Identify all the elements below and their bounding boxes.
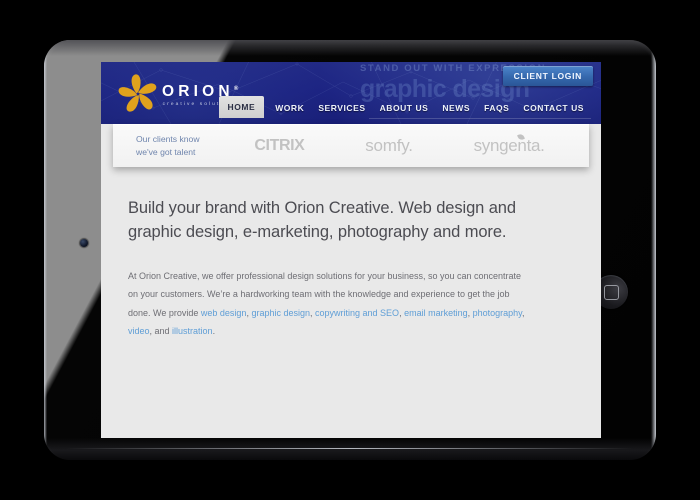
client-logos-row: CITRIX somfy. syngenta. — [222, 132, 589, 156]
body-text: , — [522, 307, 525, 318]
nav-item-services[interactable]: SERVICES — [311, 98, 372, 118]
syngenta-logo-text: syngenta. — [473, 135, 545, 155]
bezel-top-highlight — [44, 40, 656, 56]
client-logos-strip: Our clients know we've got talent CITRIX… — [113, 124, 589, 167]
body-link[interactable]: illustration — [172, 326, 213, 336]
main-content: Build your brand with Orion Creative. We… — [101, 167, 601, 341]
body-link[interactable]: email marketing — [404, 308, 468, 318]
tablet-screen: STAND OUT WITH EXPRESSION graphic design… — [101, 62, 601, 438]
page-headline: Build your brand with Orion Creative. We… — [128, 199, 516, 241]
body-link[interactable]: photography — [473, 308, 522, 318]
clients-tagline: Our clients know we've got talent — [136, 133, 222, 158]
body-paragraph: At Orion Creative, we offer professional… — [128, 267, 526, 341]
screenshot-stage: STAND OUT WITH EXPRESSION graphic design… — [0, 0, 700, 500]
bezel-bottom-reflection — [66, 448, 634, 449]
nav-item-news[interactable]: NEWS — [435, 98, 477, 118]
clients-tagline-line2: we've got talent — [136, 146, 196, 157]
nav-item-faqs[interactable]: FAQS — [477, 98, 516, 118]
registered-trademark-icon: ® — [233, 86, 239, 93]
main-navigation: HOME WORK SERVICES ABOUT US NEWS FAQS CONTACT … — [101, 96, 601, 118]
clients-tagline-line1: Our clients know — [136, 134, 200, 145]
body-text: . — [212, 326, 216, 337]
body-link[interactable]: video — [128, 326, 150, 336]
body-link[interactable]: graphic design — [251, 308, 310, 318]
bezel-bottom-shading — [44, 438, 656, 460]
camera-dot-icon — [80, 239, 88, 247]
body-text: , and — [149, 326, 173, 337]
client-login-button[interactable]: CLIENT LOGIN — [502, 66, 593, 86]
nav-item-work[interactable]: WORK — [268, 98, 311, 118]
somfy-logo: somfy. — [365, 135, 413, 155]
nav-item-home[interactable]: HOME — [218, 96, 265, 118]
nav-underline — [369, 118, 591, 119]
body-link[interactable]: web design — [201, 308, 247, 318]
tablet-device: STAND OUT WITH EXPRESSION graphic design… — [44, 40, 656, 460]
rounded-square-icon — [603, 284, 619, 300]
syngenta-logo: syngenta. — [473, 132, 545, 156]
body-link[interactable]: copywriting and SEO — [315, 308, 399, 318]
nav-item-about-us[interactable]: ABOUT US — [373, 98, 436, 118]
bezel-right-highlight — [651, 48, 656, 452]
site-header: STAND OUT WITH EXPRESSION graphic design… — [101, 62, 601, 124]
bezel-left-highlight — [44, 50, 47, 450]
citrix-logo: CITRIX — [254, 136, 305, 154]
nav-item-contact-us[interactable]: CONTACT US — [516, 98, 591, 118]
